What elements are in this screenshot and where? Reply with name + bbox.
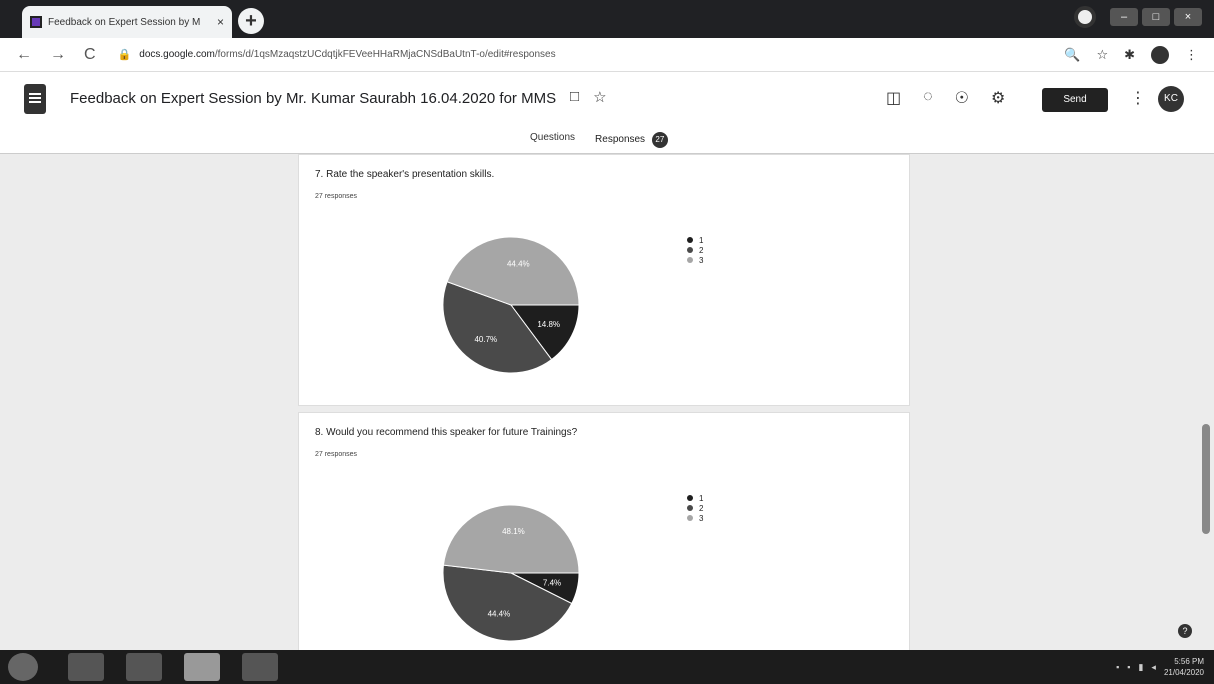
menu-icon[interactable]: ⋮	[1185, 47, 1198, 63]
forms-header: Feedback on Expert Session by Mr. Kumar …	[0, 72, 1214, 156]
legend-item: 2	[687, 245, 703, 255]
tray-icon[interactable]: ▪	[1116, 662, 1119, 672]
question-title: 8. Would you recommend this speaker for …	[315, 427, 578, 438]
legend-item: 1	[687, 493, 703, 503]
addon-icon[interactable]: ◫	[886, 88, 901, 108]
tab-responses-label: Responses	[595, 134, 646, 145]
pie-chart: 7.4% 44.4% 48.1%	[442, 504, 580, 642]
legend-swatch-icon	[687, 515, 693, 521]
response-count-badge: 27	[651, 132, 668, 148]
tray-icon[interactable]: ▪	[1127, 662, 1130, 672]
star-icon[interactable]: ☆	[593, 88, 606, 106]
response-count: 27 responses	[315, 451, 358, 458]
legend-label: 1	[699, 235, 704, 245]
url-path: /forms/d/1qsMzaqstzUCdqtjkFEVeeHHaRMjaCN…	[214, 49, 556, 60]
close-tab-icon[interactable]: ×	[217, 15, 224, 29]
close-window-button[interactable]: ×	[1174, 8, 1202, 26]
file-explorer-icon[interactable]	[68, 653, 104, 681]
maximize-button[interactable]: □	[1142, 8, 1170, 26]
tab-responses[interactable]: Responses 27	[595, 132, 668, 156]
volume-icon[interactable]: ◂	[1151, 662, 1156, 673]
forms-favicon-icon	[30, 16, 42, 28]
form-tabs: Questions Responses 27	[530, 132, 668, 156]
legend-swatch-icon	[687, 505, 693, 511]
chart-legend: 123	[687, 235, 703, 265]
extension-icon[interactable]: ✱	[1124, 47, 1135, 63]
star-icon[interactable]: ☆	[1096, 47, 1108, 63]
taskbar-clock[interactable]: 5:56 PM 21/04/2020	[1164, 656, 1204, 678]
settings-icon[interactable]: ⚙	[991, 88, 1005, 108]
search-icon[interactable]: 🔍	[1064, 47, 1080, 63]
new-tab-button[interactable]: +	[238, 8, 264, 34]
address-bar[interactable]: 🔒 docs.google.com /forms/d/1qsMzaqstzUCd…	[114, 43, 994, 67]
browser-tab[interactable]: Feedback on Expert Session by M ×	[22, 6, 232, 38]
minimize-button[interactable]: –	[1110, 8, 1138, 26]
legend-label: 2	[699, 245, 704, 255]
pie-slice-label: 7.4%	[543, 579, 561, 588]
toolbar-actions: 🔍 ☆ ✱ ⋮	[1064, 45, 1198, 64]
network-icon[interactable]: ▮	[1138, 662, 1143, 673]
send-button[interactable]: Send	[1042, 88, 1108, 112]
legend-item: 3	[687, 255, 703, 265]
legend-item: 3	[687, 513, 703, 523]
question-card: 8. Would you recommend this speaker for …	[298, 412, 910, 650]
pie-chart: 14.8% 40.7% 44.4%	[442, 236, 580, 374]
pie-slice-3[interactable]	[442, 504, 580, 574]
preview-eye-icon[interactable]: ☉	[955, 88, 969, 108]
legend-label: 1	[699, 493, 704, 503]
palette-icon[interactable]: ◌	[923, 88, 933, 108]
forms-logo-icon[interactable]	[24, 84, 46, 114]
legend-swatch-icon	[687, 237, 693, 243]
browser-tab-strip: Feedback on Expert Session by M × + – □ …	[0, 0, 1214, 38]
clock-date: 21/04/2020	[1163, 668, 1204, 677]
legend-label: 3	[699, 513, 704, 523]
forward-icon[interactable]: →	[50, 46, 66, 64]
taskbar: ▪ ▪ ▮ ◂ 5:56 PM 21/04/2020	[0, 650, 1214, 684]
chart-legend: 123	[687, 493, 703, 523]
chrome-taskbar-icon[interactable]	[184, 653, 220, 681]
pie-slice-label: 14.8%	[537, 320, 560, 329]
profile-icon[interactable]	[1151, 45, 1169, 64]
system-tray: ▪ ▪ ▮ ◂ 5:56 PM 21/04/2020	[1116, 656, 1214, 678]
response-count: 27 responses	[315, 193, 358, 200]
folder-icon[interactable]: □	[570, 88, 579, 106]
media-player-icon[interactable]	[126, 653, 162, 681]
form-title[interactable]: Feedback on Expert Session by Mr. Kumar …	[70, 90, 556, 107]
tab-title: Feedback on Expert Session by M	[48, 16, 201, 28]
title-actions: □ ☆	[570, 88, 607, 106]
pie-slice-label: 44.4%	[507, 259, 530, 268]
start-button[interactable]	[8, 653, 38, 681]
help-icon[interactable]: ?	[1178, 624, 1192, 638]
legend-swatch-icon	[687, 257, 693, 263]
legend-item: 2	[687, 503, 703, 513]
pie-slice-label: 48.1%	[502, 527, 525, 536]
legend-label: 2	[699, 503, 704, 513]
url-domain: docs.google.com	[139, 49, 215, 60]
more-options-icon[interactable]: ⋮	[1130, 88, 1146, 108]
app-taskbar-icon[interactable]	[242, 653, 278, 681]
legend-label: 3	[699, 255, 704, 265]
pie-slice-label: 44.4%	[488, 609, 511, 618]
responses-content: 7. Rate the speaker's presentation skill…	[0, 154, 1214, 650]
legend-item: 1	[687, 235, 703, 245]
reload-icon[interactable]: C	[84, 46, 96, 64]
browser-toolbar: ← → C 🔒 docs.google.com /forms/d/1qsMzaq…	[0, 38, 1214, 72]
legend-swatch-icon	[687, 247, 693, 253]
header-tools: ◫ ◌ ☉ ⚙	[886, 88, 1005, 108]
legend-swatch-icon	[687, 495, 693, 501]
lock-icon: 🔒	[117, 49, 132, 61]
pie-slice-label: 40.7%	[474, 335, 497, 344]
tab-questions[interactable]: Questions	[530, 132, 575, 156]
question-card: 7. Rate the speaker's presentation skill…	[298, 154, 910, 406]
page-scrollbar[interactable]	[1202, 424, 1210, 534]
back-icon[interactable]: ←	[16, 46, 32, 64]
question-title: 7. Rate the speaker's presentation skill…	[315, 169, 495, 180]
clock-time: 5:56 PM	[1174, 657, 1204, 666]
chrome-profile-icon[interactable]	[1074, 6, 1096, 28]
avatar[interactable]: KC	[1158, 86, 1184, 112]
window-controls: – □ ×	[1074, 6, 1202, 28]
